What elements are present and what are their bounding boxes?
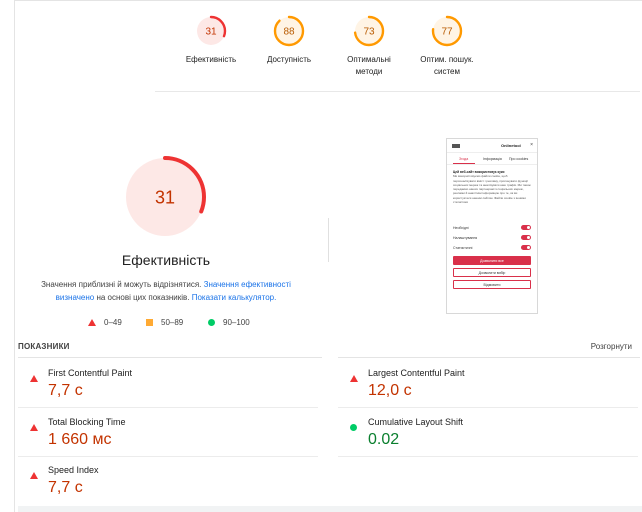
divider (18, 407, 318, 408)
thumb-tab-underline (453, 163, 475, 164)
close-icon: × (530, 142, 533, 148)
gauge-score: 73 (363, 27, 375, 38)
metric-value: 7,7 с (48, 382, 83, 399)
triangle-icon (350, 369, 358, 387)
thumb-tab: Згода (459, 157, 469, 161)
triangle-icon (88, 319, 96, 326)
metric-name: Largest Contentful Paint (368, 368, 465, 378)
thumb-row: Необхідні (447, 223, 537, 233)
gauge-ring: 73 (353, 15, 385, 47)
gauge-accessibility[interactable]: 88 Доступність (244, 14, 334, 66)
toggle-icon (521, 225, 531, 230)
legend-good: 90–100 (208, 318, 250, 327)
metric-name: First Contentful Paint (48, 368, 133, 378)
gauge-performance[interactable]: 31 Ефективність (166, 14, 256, 66)
gauge-ring: 88 (273, 15, 305, 47)
metric-value: 1 660 мс (48, 431, 112, 448)
thumb-row: Налаштування (447, 233, 537, 243)
square-icon (146, 319, 153, 326)
gauge-label: Оптим. пошук. систем (420, 55, 474, 76)
thumb-header: Onlinetool × (447, 139, 537, 153)
metric-speed-index: Speed Index 7,7 с (18, 457, 318, 505)
divider (338, 357, 640, 358)
metric-tbt: Total Blocking Time 1 660 мс (18, 409, 318, 457)
toggle-icon (521, 245, 531, 250)
toggle-icon (521, 235, 531, 240)
gauge-seo[interactable]: 77 Оптим. пошук. систем (402, 14, 492, 78)
triangle-icon (30, 369, 38, 387)
performance-description: Значення приблизні й можуть відрізнятися… (41, 280, 291, 302)
legend-average: 50–89 (146, 318, 183, 327)
performance-main-gauge: 31 (124, 156, 206, 238)
gauge-ring: 31 (195, 15, 227, 47)
gauge-label: Ефективність (185, 55, 237, 64)
gauge-best-practices[interactable]: 73 Оптимальні методи (324, 14, 414, 78)
bottom-strip (18, 506, 642, 512)
metric-cls: Cumulative Layout Shift 0.02 (338, 409, 638, 457)
metrics-header: ПОКАЗНИКИ Розгорнути (18, 342, 638, 358)
gauge-score: 77 (441, 27, 453, 38)
metric-value: 12,0 с (368, 382, 412, 399)
metric-value: 7,7 с (48, 479, 83, 496)
thumb-allow-selection-button: Дозволити вибір (453, 268, 531, 277)
metric-name: Total Blocking Time (48, 417, 126, 427)
thumb-allow-all-button: Дозволити все (453, 256, 531, 265)
triangle-icon (30, 418, 38, 436)
gauge-score: 88 (283, 27, 295, 38)
gauge-ring: 77 (431, 15, 463, 47)
divider (338, 407, 638, 408)
thumb-logo-icon (452, 144, 460, 148)
calculator-link[interactable]: Показати калькулятор. (192, 293, 277, 302)
metrics-title: ПОКАЗНИКИ (18, 342, 70, 351)
page-screenshot-thumbnail[interactable]: Onlinetool × Згода Інформація Про cookie… (446, 138, 538, 314)
gauge-score: 31 (205, 27, 217, 38)
gauge-label: Доступність (266, 55, 312, 64)
thumb-deny-button: Відмовити (453, 280, 531, 289)
metric-name: Cumulative Layout Shift (368, 417, 464, 427)
vertical-divider (328, 218, 329, 262)
metric-name: Speed Index (48, 465, 99, 475)
thumb-tabs: Згода Інформація Про cookies (447, 153, 537, 165)
expand-button[interactable]: Розгорнути (591, 342, 632, 351)
metric-fcp: First Contentful Paint 7,7 с (18, 360, 318, 408)
legend-bad: 0–49 (88, 318, 122, 327)
score-legend: 0–49 50–89 90–100 (82, 318, 272, 330)
triangle-icon (30, 466, 38, 484)
thumb-row: Статистичні (447, 243, 537, 253)
divider (338, 456, 638, 457)
metric-lcp: Largest Contentful Paint 12,0 с (338, 360, 638, 408)
category-gauges: 31 Ефективність 88 Доступність 73 Оптима… (0, 0, 642, 92)
circle-icon (350, 418, 357, 436)
metric-value: 0.02 (368, 431, 400, 448)
thumb-tab: Про cookies (509, 157, 529, 161)
performance-title: Ефективність (121, 252, 211, 268)
thumb-tab: Інформація (483, 157, 502, 161)
gauge-label: Оптимальні методи (347, 55, 391, 76)
thumb-text: Цей веб-сайт використовує куки Ми викори… (453, 170, 531, 205)
circle-icon (208, 319, 215, 326)
divider (155, 91, 640, 92)
thumb-logo: Onlinetool (501, 143, 521, 148)
divider (18, 357, 322, 358)
gauge-score: 31 (155, 187, 175, 207)
